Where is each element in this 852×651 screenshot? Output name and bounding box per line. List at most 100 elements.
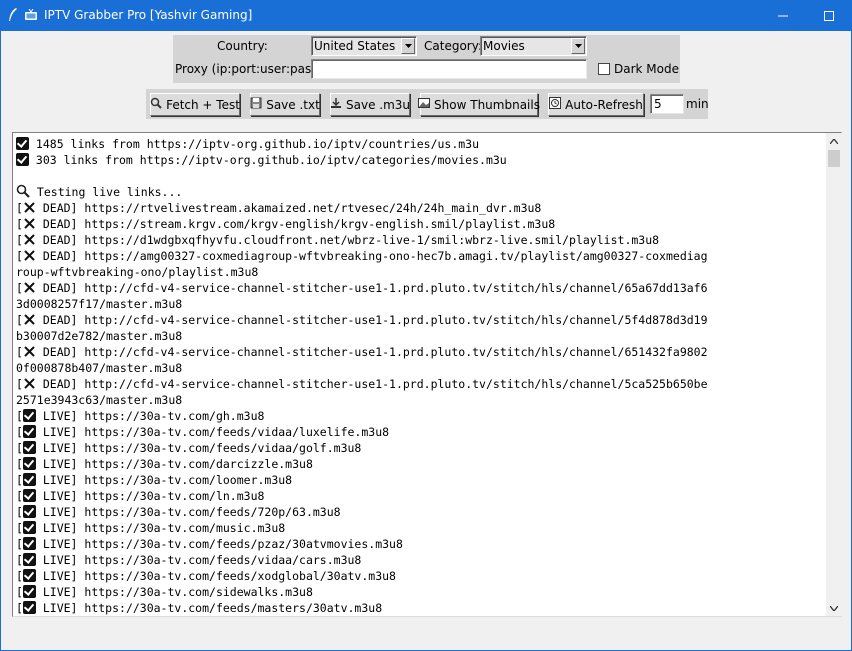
log-line-text: 1485 links from https://iptv-org.github.… <box>29 137 480 151</box>
settings-panel: Country: United States Category: Movies … <box>173 35 680 83</box>
log-line: [ LIVE] https://30a-tv.com/loomer.m3u8 <box>16 472 824 488</box>
log-line-text: 303 links from https://iptv-org.github.i… <box>29 153 507 167</box>
interval-unit-label: min <box>686 97 709 111</box>
log-line: [ DEAD] http://cfd-v4-service-channel-st… <box>16 344 824 360</box>
log-bracket: [ <box>16 473 23 487</box>
proxy-input[interactable] <box>311 59 587 79</box>
title-icons <box>8 8 38 25</box>
log-line-text: LIVE] https://30a-tv.com/feeds/vidaa/gol… <box>35 441 362 455</box>
magnifier-icon <box>150 97 162 112</box>
log-line: 2571e3943c63/master.m3u8 <box>16 392 824 408</box>
country-label: Country: <box>217 39 268 53</box>
vertical-scrollbar[interactable] <box>826 133 842 616</box>
category-label: Category: <box>424 39 482 53</box>
check-icon <box>22 505 36 518</box>
check-icon <box>22 569 36 582</box>
category-select[interactable]: Movies <box>480 36 587 56</box>
log-line: [ LIVE] https://30a-tv.com/feeds/pzaz/30… <box>16 536 824 552</box>
log-line: 3d0008257f17/master.m3u8 <box>16 296 824 312</box>
log-line-text: DEAD] https://stream.krgv.com/krgv-engli… <box>35 217 556 231</box>
scrollbar-thumb[interactable] <box>828 150 840 167</box>
cross-icon <box>23 201 36 216</box>
log-bracket: [ <box>16 377 23 391</box>
refresh-interval-field[interactable] <box>651 95 683 113</box>
dark-mode-checkbox[interactable] <box>598 63 610 75</box>
save-m3u-button[interactable]: Save .m3u <box>330 93 410 116</box>
country-select[interactable]: United States <box>311 36 417 56</box>
check-icon <box>22 553 36 566</box>
save-txt-label: Save .txt <box>266 97 320 112</box>
cross-icon <box>23 281 36 296</box>
scroll-up-arrow-icon[interactable] <box>826 133 842 149</box>
chevron-down-icon[interactable] <box>571 38 585 54</box>
log-line: [ DEAD] http://cfd-v4-service-channel-st… <box>16 312 824 328</box>
log-line-text: 3d0008257f17/master.m3u8 <box>16 297 183 311</box>
check-icon <box>22 441 36 454</box>
clock-icon <box>549 97 562 112</box>
image-icon <box>418 97 431 112</box>
check-icon <box>22 601 36 614</box>
log-line: 1485 links from https://iptv-org.github.… <box>16 136 824 152</box>
log-line: [ LIVE] https://30a-tv.com/feeds/vidaa/l… <box>16 424 824 440</box>
log-bracket: [ <box>16 313 23 327</box>
log-line-text: LIVE] https://30a-tv.com/ln.m3u8 <box>35 489 265 503</box>
tv-icon <box>24 8 38 24</box>
log-bracket: [ <box>16 425 23 439</box>
log-line: [ LIVE] https://30a-tv.com/ln.m3u8 <box>16 488 824 504</box>
log-bracket: [ <box>16 489 23 503</box>
log-line: [ LIVE] https://30a-tv.com/sidewalks.m3u… <box>16 584 824 600</box>
check-icon <box>16 137 29 150</box>
log-bracket: [ <box>16 441 23 455</box>
log-line: 303 links from https://iptv-org.github.i… <box>16 152 824 168</box>
log-line: [ DEAD] https://amg00327-coxmediagroup-w… <box>16 248 824 264</box>
log-bracket: [ <box>16 601 23 615</box>
log-line-text: LIVE] https://30a-tv.com/gh.m3u8 <box>35 409 265 423</box>
log-line: [ DEAD] http://cfd-v4-service-channel-st… <box>16 280 824 296</box>
log-line-text: LIVE] https://30a-tv.com/feeds/pzaz/30at… <box>35 537 403 551</box>
log-line: [ LIVE] https://30a-tv.com/feeds/vidaa/c… <box>16 552 824 568</box>
cross-icon <box>23 377 36 392</box>
log-bracket: [ <box>16 249 23 263</box>
log-bracket: [ <box>16 553 23 567</box>
dark-mode-label: Dark Mode <box>614 62 679 76</box>
scroll-down-arrow-icon[interactable] <box>826 600 842 616</box>
cross-icon <box>23 217 36 232</box>
log-line-text: LIVE] https://30a-tv.com/loomer.m3u8 <box>35 473 293 487</box>
auto-refresh-button[interactable]: Auto-Refresh <box>548 93 644 116</box>
fetch-test-label: Fetch + Test <box>166 97 240 112</box>
log-line-text: DEAD] http://cfd-v4-service-channel-stit… <box>35 377 708 391</box>
log-line-text: LIVE] https://30a-tv.com/feeds/masters/3… <box>35 601 383 615</box>
cross-icon <box>23 233 36 248</box>
check-icon <box>22 473 36 486</box>
log-bracket: [ <box>16 217 23 231</box>
log-line: Testing live links... <box>16 184 824 200</box>
maximize-button[interactable] <box>806 0 852 31</box>
log-bracket: [ <box>16 201 23 215</box>
download-icon <box>330 97 342 112</box>
log-bracket: [ <box>16 537 23 551</box>
show-thumbnails-button[interactable]: Show Thumbnails <box>418 93 540 116</box>
proxy-label: Proxy (ip:port:user:pass): <box>175 62 327 76</box>
log-line: [ LIVE] https://30a-tv.com/feeds/720p/63… <box>16 504 824 520</box>
log-line-text: roup-wftvbreaking-ono/playlist.m3u8 <box>16 265 259 279</box>
title-bar: IPTV Grabber Pro [Yashvir Gaming] <box>0 0 852 31</box>
log-line-text: b30007d2e782/master.m3u8 <box>16 329 183 343</box>
log-bracket: [ <box>16 505 23 519</box>
save-txt-button[interactable]: Save .txt <box>250 93 320 116</box>
log-line: [ LIVE] https://30a-tv.com/gh.m3u8 <box>16 408 824 424</box>
fetch-test-button[interactable]: Fetch + Test <box>150 93 240 116</box>
chevron-down-icon[interactable] <box>401 38 415 54</box>
log-output[interactable]: 1485 links from https://iptv-org.github.… <box>12 132 842 617</box>
log-bracket: [ <box>16 521 23 535</box>
toolbar: Fetch + Test Save .txt Save .m3u Show Th… <box>146 89 709 119</box>
log-line-text: Testing live links... <box>30 185 183 199</box>
log-line-text: LIVE] https://30a-tv.com/darcizzle.m3u8 <box>35 457 313 471</box>
check-icon <box>22 409 36 422</box>
refresh-interval-input[interactable] <box>650 94 684 114</box>
proxy-field[interactable] <box>312 60 586 78</box>
log-bracket: [ <box>16 281 23 295</box>
save-m3u-label: Save .m3u <box>346 97 411 112</box>
log-line-text: 0f000878b407/master.m3u8 <box>16 361 183 375</box>
country-value: United States <box>314 39 396 53</box>
log-line: [ DEAD] https://rtvelivestream.akamaized… <box>16 200 824 216</box>
